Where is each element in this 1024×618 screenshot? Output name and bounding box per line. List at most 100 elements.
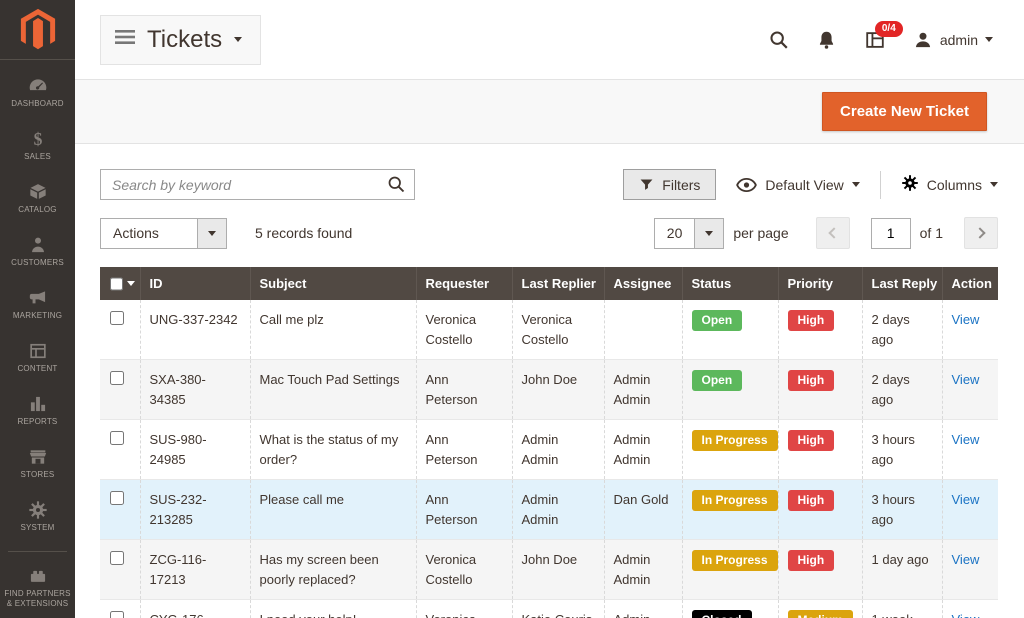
sidebar-item-label: SALES [24,152,51,162]
view-link[interactable]: View [952,612,980,618]
priority-badge: High [788,490,835,511]
sidebar-item-stores[interactable]: STORES [0,437,75,490]
select-all-header[interactable] [100,267,140,300]
page-number-input[interactable] [871,218,911,249]
notifications-button[interactable] [816,29,837,51]
actions-caret-icon [208,231,216,236]
status-badge: Closed [692,610,752,618]
page-title: Tickets [147,26,222,54]
column-header-status[interactable]: Status [682,267,778,300]
title-caret-icon [234,37,242,42]
ticket-last-reply: 2 days ago [862,360,942,420]
toolbar-separator [880,171,881,199]
ticket-subject: I need your help! [250,600,416,618]
per-page-caret-icon [705,231,713,236]
actions-select[interactable]: Actions [100,218,227,249]
priority-badge: High [788,430,835,451]
sidebar-item-label: FIND PARTNERS & EXTENSIONS [3,589,73,609]
view-link[interactable]: View [952,372,980,387]
row-checkbox[interactable] [110,491,124,505]
next-page-button[interactable] [964,217,998,249]
create-new-ticket-button[interactable]: Create New Ticket [822,92,987,131]
view-link[interactable]: View [952,312,980,327]
columns-menu[interactable]: Columns [901,174,998,195]
menu-icon [115,29,135,50]
sidebar-item-dashboard[interactable]: DASHBOARD [0,66,75,119]
column-header-last-replier[interactable]: Last Replier [512,267,604,300]
ticket-last-replier: Veronica Costello [512,300,604,360]
ticket-id: SUS-980-24985 [140,420,250,480]
sidebar-nav: DASHBOARD $ SALES CATALOG CUSTOMERS MARKETING… [0,66,75,543]
row-checkbox[interactable] [110,551,124,565]
apps-button[interactable]: 0/4 [863,29,887,51]
column-header-last-reply[interactable]: Last Reply [862,267,942,300]
previous-page-button[interactable] [816,217,850,249]
ticket-requester: Ann Peterson [416,480,512,540]
view-caret-icon [852,182,860,187]
catalog-icon [28,182,48,202]
sidebar-item-reports[interactable]: REPORTS [0,384,75,437]
chevron-right-icon [974,227,985,238]
table-row: CYG-176-27223I need your help!Veronica C… [100,600,998,618]
sidebar-item-system[interactable]: SYSTEM [0,490,75,543]
sidebar-item-label: CUSTOMERS [11,258,64,268]
magento-logo-icon [19,8,57,52]
ticket-requester: Veronica Costello [416,600,512,618]
column-header-priority[interactable]: Priority [778,267,862,300]
ticket-subject: Mac Touch Pad Settings [250,360,416,420]
view-link[interactable]: View [952,492,980,507]
header-icons: 0/4 admin [768,29,993,51]
priority-badge: High [788,370,835,391]
sidebar-divider [8,551,67,552]
keyword-search [100,169,415,200]
sidebar-item-marketing[interactable]: MARKETING [0,278,75,331]
column-header-id[interactable]: ID [140,267,250,300]
view-link[interactable]: View [952,432,980,447]
content-icon [28,341,48,361]
filters-button[interactable]: Filters [623,169,716,200]
magento-logo[interactable] [0,0,75,60]
default-view-menu[interactable]: Default View [736,177,859,193]
table-row: SUS-980-24985What is the status of my or… [100,420,998,480]
sidebar-item-catalog[interactable]: CATALOG [0,172,75,225]
column-header-requester[interactable]: Requester [416,267,512,300]
row-checkbox[interactable] [110,431,124,445]
search-submit-icon[interactable] [386,174,407,200]
ticket-last-reply: 2 days ago [862,300,942,360]
table-row: UNG-337-2342Call me plzVeronica Costello… [100,300,998,360]
actions-label: Actions [101,219,197,248]
pagination: 20 per page of 1 [654,217,998,249]
column-header-assignee[interactable]: Assignee [604,267,682,300]
sidebar-item-find-partners-extensions[interactable]: FIND PARTNERS & EXTENSIONS [0,558,75,616]
sidebar-item-customers[interactable]: CUSTOMERS [0,225,75,278]
ticket-last-replier: Katie Couris [512,600,604,618]
page-title-menu[interactable]: Tickets [100,15,261,65]
default-view-label: Default View [765,177,843,193]
ticket-last-replier: John Doe [512,540,604,600]
row-checkbox[interactable] [110,311,124,325]
page-header: Tickets [75,0,1024,80]
priority-badge: Medium [788,610,853,618]
sidebar-item-content[interactable]: CONTENT [0,331,75,384]
ticket-id: UNG-337-2342 [140,300,250,360]
ticket-last-reply: 1 week ago [862,600,942,618]
sidebar-footer: FIND PARTNERS & EXTENSIONS [0,558,75,616]
select-all-checkbox[interactable] [110,277,123,291]
ticket-subject: Has my screen been poorly replaced? [250,540,416,600]
sidebar-item-sales[interactable]: $ SALES [0,119,75,172]
global-search-button[interactable] [768,29,790,51]
per-page-select[interactable]: 20 [654,218,725,249]
row-checkbox[interactable] [110,371,124,385]
column-header-subject[interactable]: Subject [250,267,416,300]
view-link[interactable]: View [952,552,980,567]
row-checkbox[interactable] [110,611,124,618]
user-menu[interactable]: admin [913,30,993,50]
search-input[interactable] [100,169,415,200]
status-badge: In Progress [692,490,778,511]
sales-icon: $ [28,129,48,149]
ticket-id: CYG-176-27223 [140,600,250,618]
user-name: admin [940,32,978,48]
column-header-action[interactable]: Action [942,267,998,300]
ticket-assignee: Dan Gold [604,480,682,540]
system-icon [28,500,48,520]
